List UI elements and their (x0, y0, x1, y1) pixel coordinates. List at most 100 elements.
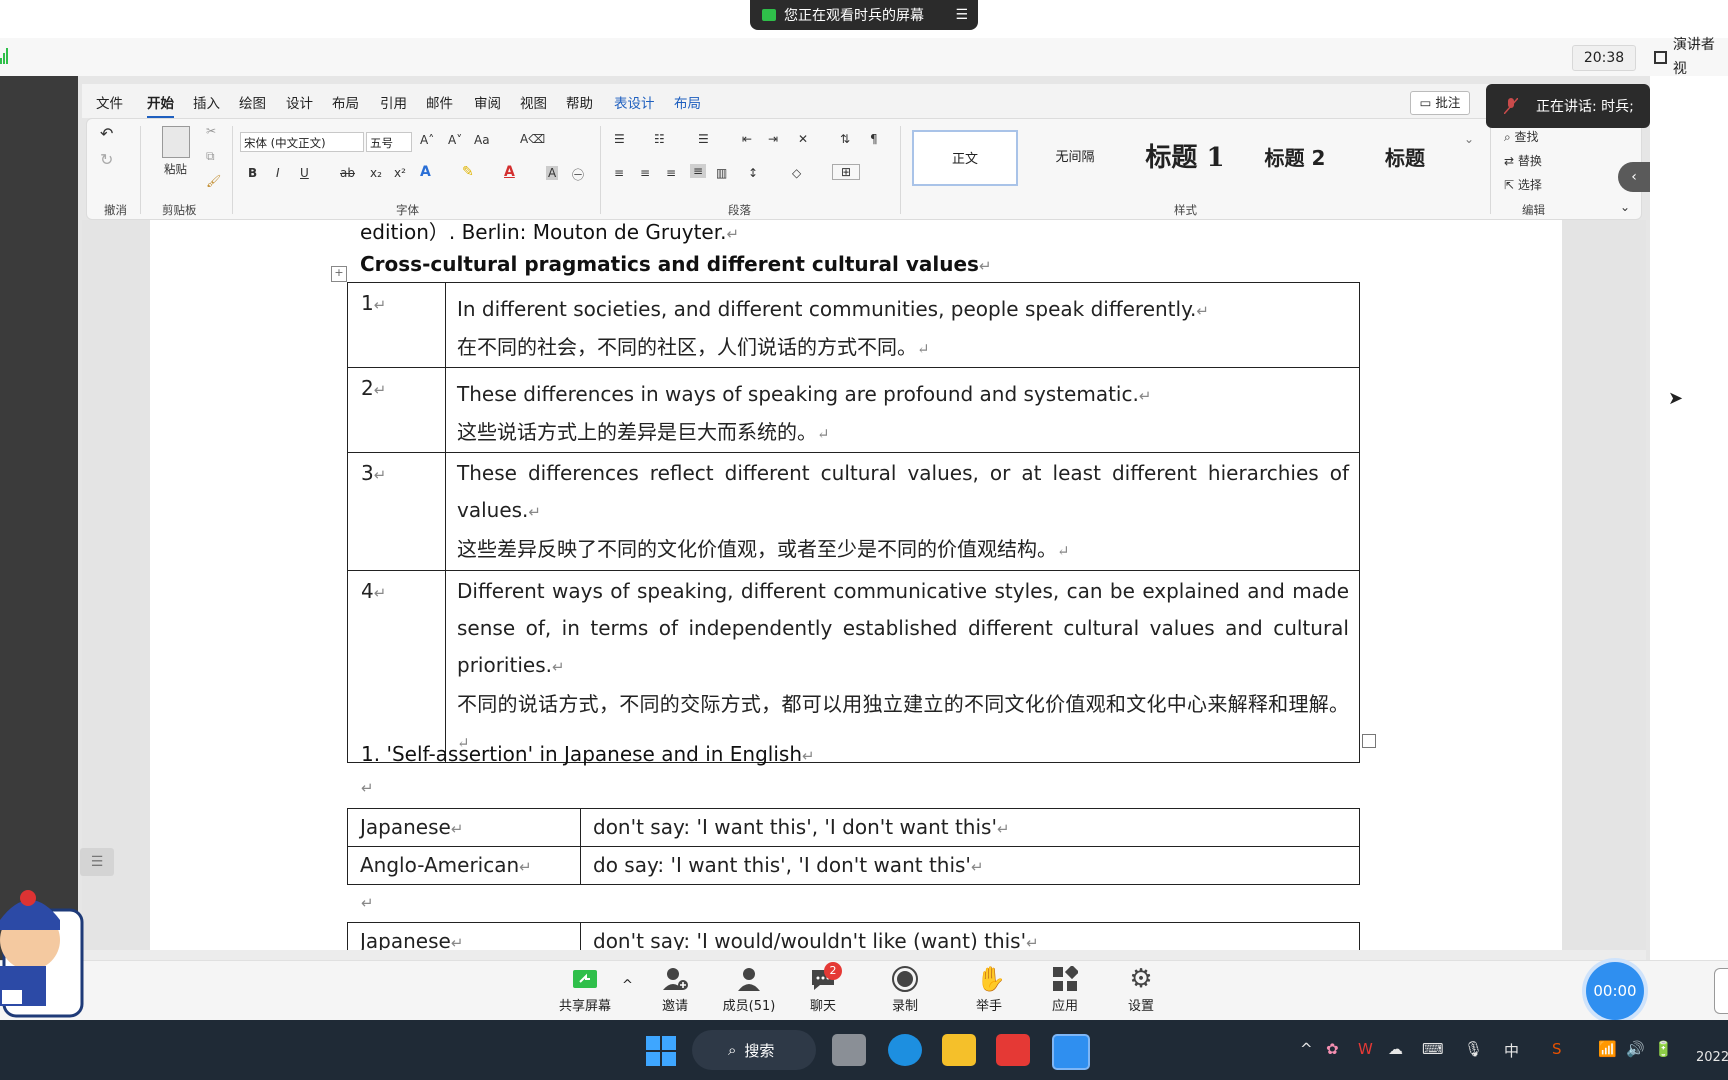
tab-mailings[interactable]: 邮件 (426, 92, 453, 112)
paste-label[interactable]: 粘贴 (164, 161, 187, 177)
shading-icon[interactable]: ◇ (792, 166, 801, 180)
style-heading-1[interactable]: 标题 1 (1132, 130, 1238, 186)
superscript-icon[interactable]: x² (394, 166, 406, 180)
wifi-icon[interactable]: 📶 (1598, 1040, 1617, 1058)
asian-layout-icon[interactable]: ✕ (798, 132, 808, 146)
tray-app-icon[interactable]: ✿ (1326, 1040, 1339, 1058)
table-cell[interactable]: Japanese↵ (347, 808, 581, 847)
tab-help[interactable]: 帮助 (566, 92, 593, 112)
chat-button[interactable]: 聊天 (788, 966, 858, 1014)
file-explorer-icon[interactable] (942, 1034, 976, 1066)
italic-icon[interactable]: I (276, 166, 280, 180)
replace-button[interactable]: ⇄ 替换 (1504, 152, 1542, 169)
tab-insert[interactable]: 插入 (193, 92, 220, 112)
windows-start-icon[interactable] (646, 1036, 676, 1066)
align-center-icon[interactable]: ≡ (640, 166, 650, 180)
bold-icon[interactable]: B (248, 166, 257, 180)
enclose-char-icon[interactable]: ㊀ (572, 166, 584, 183)
side-widget[interactable] (1714, 968, 1728, 1014)
tray-wps-icon[interactable]: W (1358, 1040, 1373, 1058)
keyboard-icon[interactable]: ⌨ (1422, 1040, 1444, 1058)
row-number-cell[interactable]: 2↵ (347, 367, 446, 453)
table-cell[interactable]: don't say: 'I want this', 'I don't want … (580, 808, 1360, 847)
row-number-cell[interactable]: 3↵ (347, 452, 446, 571)
settings-button[interactable]: ⚙ 设置 (1106, 966, 1176, 1014)
tab-layout[interactable]: 布局 (332, 92, 359, 112)
tab-table-layout[interactable]: 布局 (674, 92, 701, 112)
clear-format-icon[interactable]: A⌫ (520, 132, 545, 146)
numbering-icon[interactable]: ☷ (654, 132, 665, 146)
microphone-icon[interactable]: 🎙 (1464, 1040, 1483, 1058)
screen-share-banner[interactable]: 您正在观看时兵的屏幕 ☰ (750, 0, 978, 30)
style-title[interactable]: 标题 (1352, 130, 1458, 186)
show-marks-icon[interactable]: ¶ (870, 132, 878, 146)
tab-home[interactable]: 开始 (147, 92, 174, 118)
tab-view[interactable]: 视图 (520, 92, 547, 112)
decrease-indent-icon[interactable]: ⇤ (742, 132, 752, 146)
copy-icon[interactable]: ⧉ (206, 149, 215, 164)
table-move-handle-icon[interactable]: + (331, 266, 347, 282)
taskbar-date[interactable]: 2022 (1696, 1050, 1728, 1065)
row-content-cell[interactable]: Different ways of speaking, different co… (445, 570, 1360, 763)
line-spacing-icon[interactable]: ↕ (748, 166, 758, 180)
tray-chevron-icon[interactable]: ^ (1300, 1040, 1313, 1058)
battery-icon[interactable]: 🔋 (1654, 1040, 1673, 1058)
sogou-icon[interactable]: S (1552, 1040, 1562, 1058)
row-number-cell[interactable]: 1↵ (347, 282, 446, 368)
meeting-timer[interactable]: 00:00 (1586, 962, 1644, 1020)
tab-design[interactable]: 设计 (286, 92, 313, 112)
underline-icon[interactable]: U (300, 166, 309, 180)
side-panel-toggle[interactable]: ‹ (1618, 162, 1650, 192)
table-resize-handle[interactable] (1362, 734, 1376, 748)
highlight-icon[interactable]: ✎ (462, 164, 474, 180)
distributed-icon[interactable]: ▥ (716, 166, 727, 180)
align-right-icon[interactable]: ≡ (666, 166, 676, 180)
row-content-cell[interactable]: In different societies, and different co… (445, 282, 1360, 368)
tab-file[interactable]: 文件 (96, 92, 123, 112)
shrink-font-icon[interactable]: A˅ (448, 133, 462, 147)
table-cell[interactable]: do say: 'I want this', 'I don't want thi… (580, 846, 1360, 885)
volume-icon[interactable]: 🔊 (1626, 1040, 1645, 1058)
apps-button[interactable]: 应用 (1030, 964, 1100, 1014)
comment-button[interactable]: ▭ 批注 (1410, 91, 1470, 115)
share-screen-button[interactable]: 共享屏幕 (550, 966, 620, 1014)
char-shading-icon[interactable]: A (546, 166, 559, 180)
style-no-spacing[interactable]: 无间隔 (1022, 130, 1128, 186)
justify-icon[interactable]: ≡ (690, 164, 707, 178)
meeting-app-icon[interactable] (1052, 1034, 1090, 1070)
font-color-icon[interactable]: A (504, 164, 515, 180)
subscript-icon[interactable]: x₂ (370, 166, 382, 180)
undo-icon[interactable]: ↶ (100, 124, 113, 143)
grow-font-icon[interactable]: A˄ (420, 133, 434, 147)
sort-icon[interactable]: ⇅ (840, 132, 850, 146)
invite-button[interactable]: 邀请 (640, 966, 710, 1014)
format-painter-icon[interactable]: 🖌 (206, 174, 221, 188)
style-normal[interactable]: 正文 (912, 130, 1018, 186)
font-size-select[interactable]: 五号 (366, 132, 412, 152)
font-name-select[interactable]: 宋体 (中文正文) (240, 132, 364, 152)
tab-draw[interactable]: 绘图 (239, 92, 266, 112)
borders-icon[interactable]: ⊞ (832, 164, 861, 180)
presenter-view-button[interactable]: 演讲者视 (1648, 37, 1728, 77)
record-button[interactable]: 录制 (870, 966, 940, 1014)
paste-icon[interactable] (162, 126, 190, 158)
row-content-cell[interactable]: These differences reflect different cult… (445, 452, 1360, 571)
cut-icon[interactable]: ✂ (206, 124, 216, 138)
members-button[interactable]: 成员(51) (714, 966, 784, 1014)
menu-icon[interactable]: ☰ (955, 7, 968, 23)
styles-scroll-icon[interactable]: ⌄ (1464, 132, 1474, 146)
tab-review[interactable]: 审阅 (474, 92, 501, 112)
ribbon-collapse-icon[interactable]: ⌄ (1620, 200, 1630, 214)
edge-icon[interactable] (888, 1034, 922, 1066)
row-content-cell[interactable]: These differences in ways of speaking ar… (445, 367, 1360, 453)
change-case-icon[interactable]: Aa (474, 133, 490, 147)
align-left-icon[interactable]: ≡ (614, 166, 624, 180)
wps-icon[interactable] (996, 1034, 1030, 1066)
find-button[interactable]: ⌕ 查找 (1504, 128, 1539, 145)
tab-references[interactable]: 引用 (380, 92, 407, 112)
task-view-icon[interactable] (832, 1034, 866, 1066)
tab-table-design[interactable]: 表设计 (614, 92, 655, 112)
share-options-chevron-icon[interactable]: ^ (622, 978, 633, 993)
ime-indicator[interactable]: 中 (1504, 1040, 1519, 1061)
taskbar-search[interactable]: ⌕ 搜索 (692, 1030, 816, 1070)
